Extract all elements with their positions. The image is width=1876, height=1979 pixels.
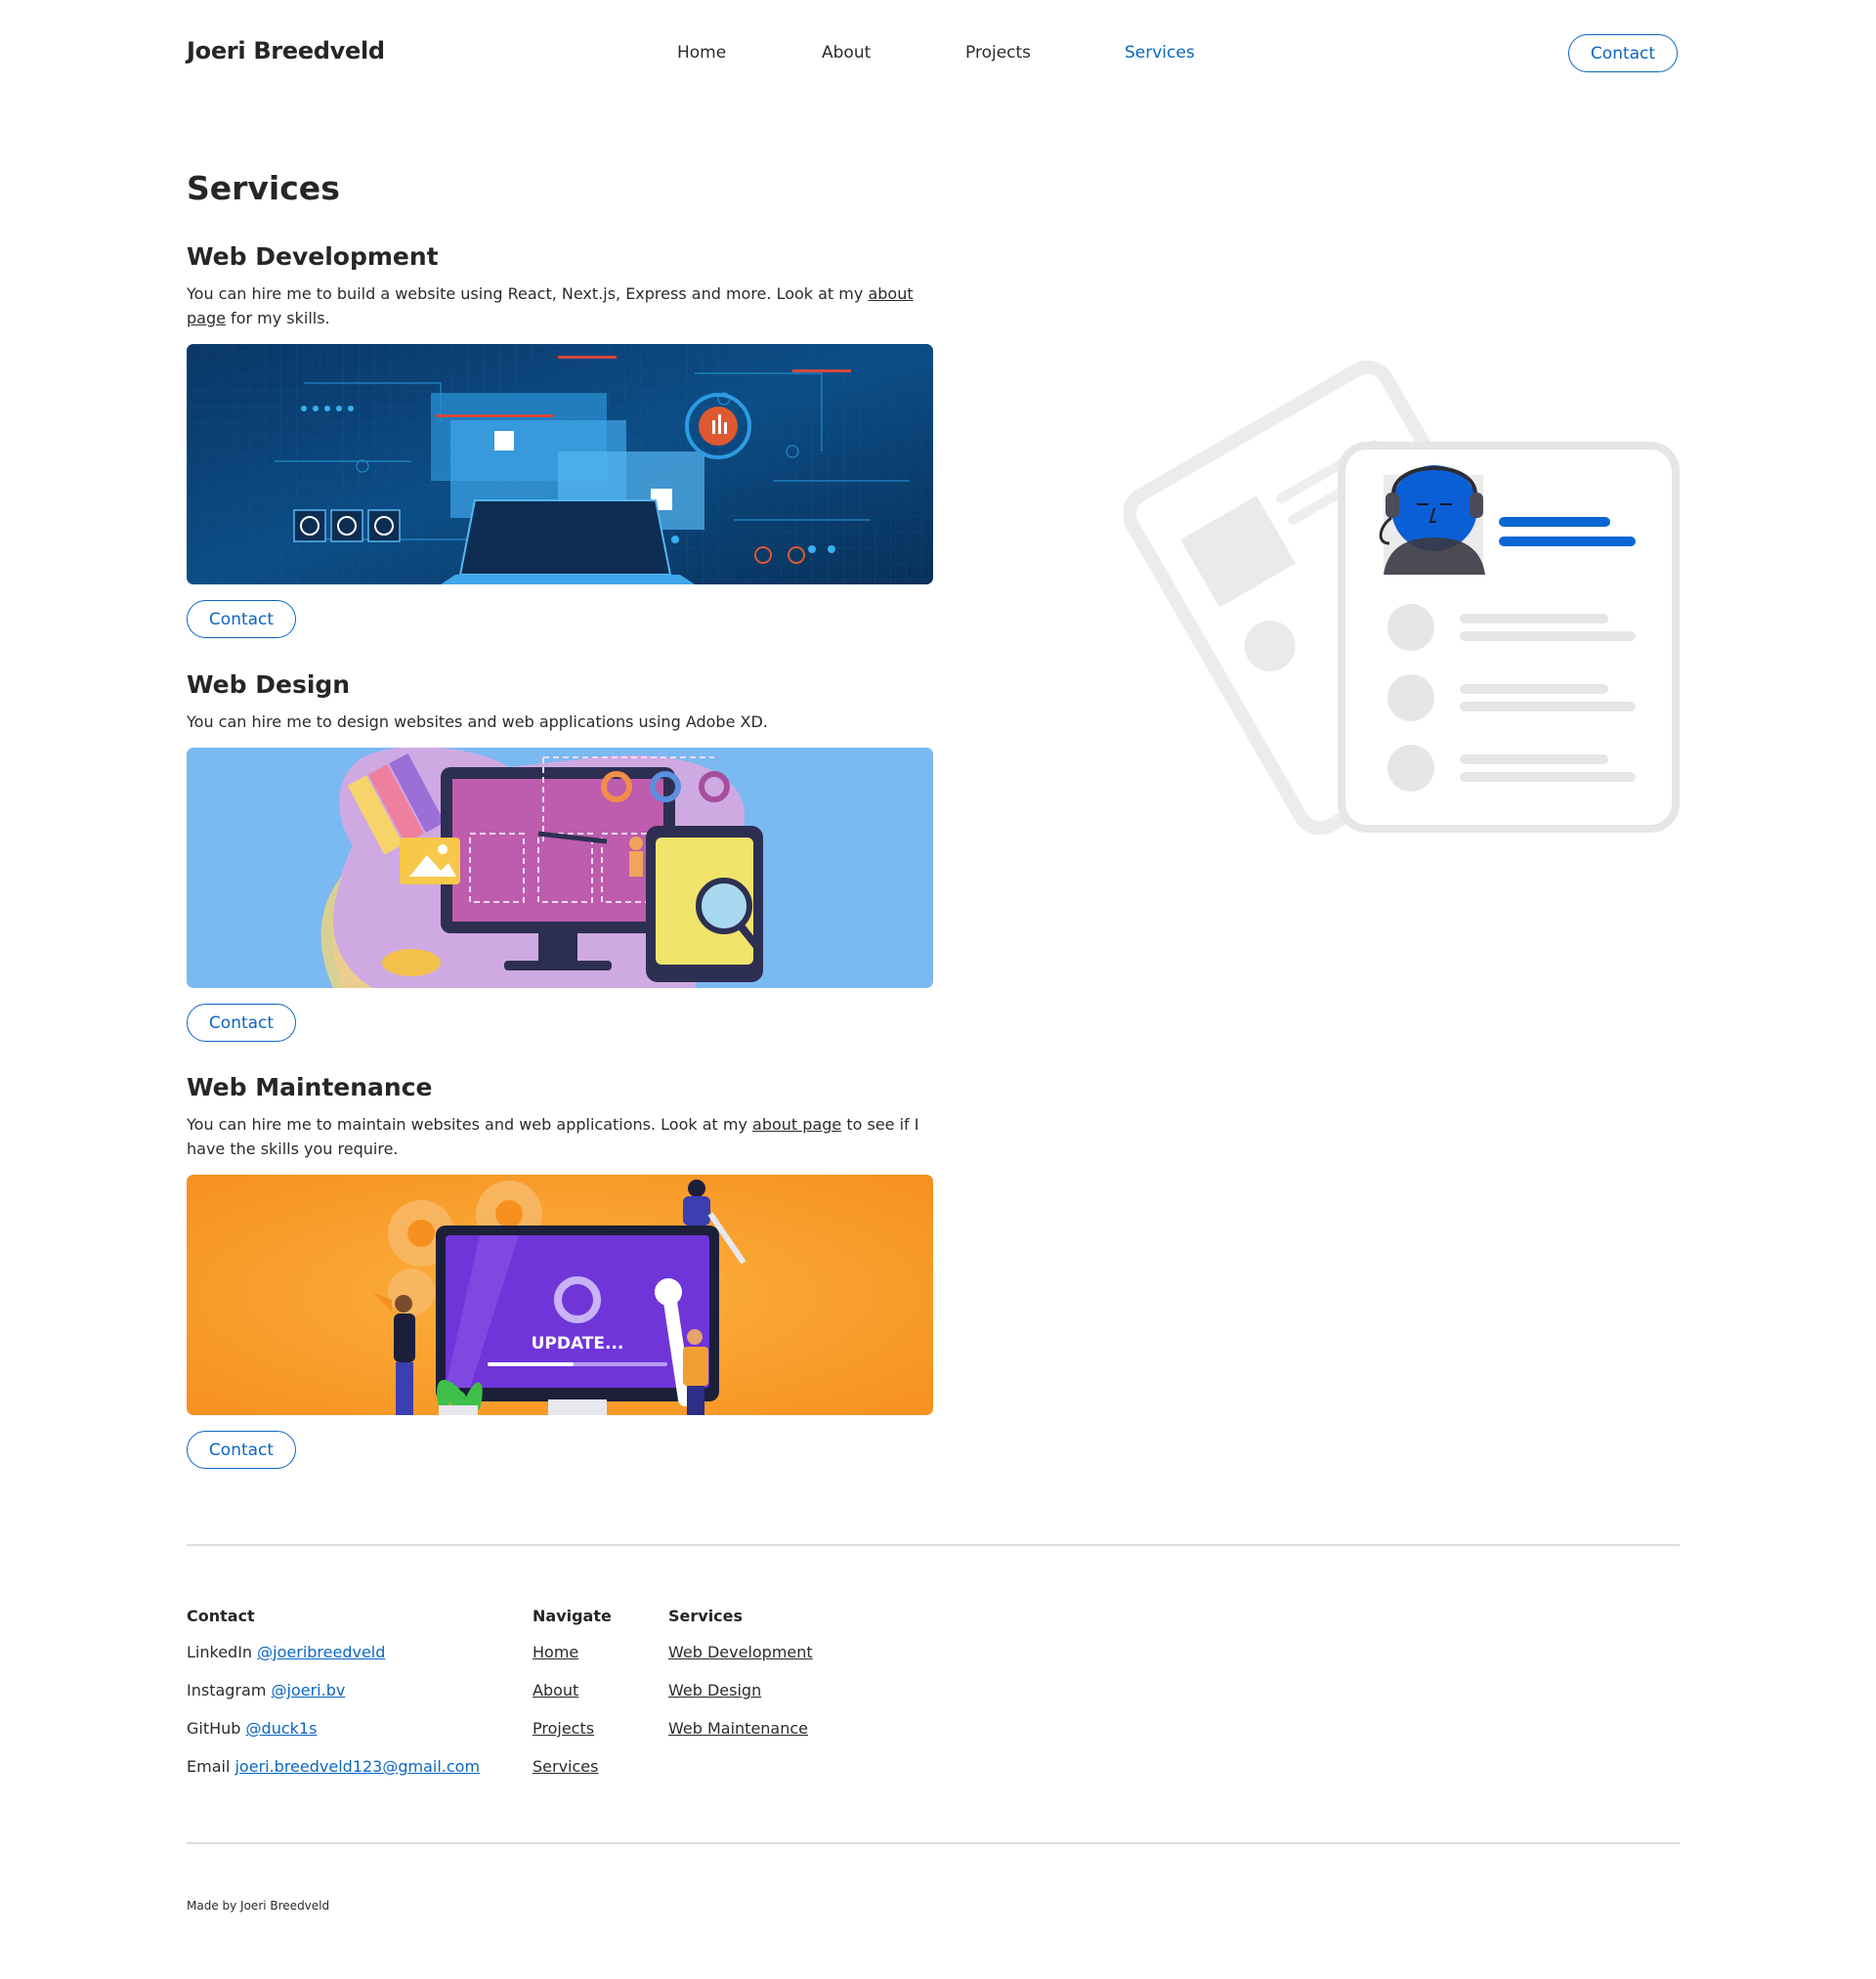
- footer-navigate-column: Navigate Home About Projects Services: [533, 1607, 612, 1794]
- footer-instagram: Instagram @joeri.bv: [187, 1680, 480, 1701]
- footer-divider-bottom: [187, 1842, 1680, 1844]
- footer-service-web-development[interactable]: Web Development: [668, 1643, 813, 1661]
- contact-button[interactable]: Contact: [187, 1431, 296, 1469]
- footer-service-web-maintenance[interactable]: Web Maintenance: [668, 1719, 808, 1738]
- footer-service-web-design[interactable]: Web Design: [668, 1681, 761, 1699]
- linkedin-label: LinkedIn: [187, 1643, 253, 1661]
- update-text: UPDATE...: [532, 1334, 624, 1354]
- nav-home[interactable]: Home: [677, 43, 726, 63]
- footer-contact-heading: Contact: [187, 1607, 255, 1625]
- footer-email: Email joeri.breedveld123@gmail.com: [187, 1756, 480, 1778]
- footer-contact-column: Contact LinkedIn @joeribreedveld Instagr…: [187, 1607, 480, 1794]
- github-label: GitHub: [187, 1719, 241, 1738]
- description-text: You can hire me to maintain websites and…: [187, 1115, 753, 1134]
- github-link[interactable]: @duck1s: [246, 1719, 318, 1738]
- footer-nav-services[interactable]: Services: [533, 1757, 598, 1776]
- site-header: Joeri Breedveld Home About Projects Serv…: [0, 0, 1876, 106]
- nav-services[interactable]: Services: [1125, 43, 1195, 63]
- footer-github: GitHub @duck1s: [187, 1718, 480, 1740]
- about-page-link[interactable]: about page: [752, 1115, 841, 1134]
- service-description: You can hire me to design websites and w…: [187, 712, 768, 731]
- nav-about[interactable]: About: [822, 43, 871, 63]
- header-contact-button[interactable]: Contact: [1568, 34, 1678, 72]
- service-web-development: Web Development You can hire me to build…: [187, 242, 933, 638]
- footer-navigate-heading: Navigate: [533, 1607, 612, 1625]
- service-title: Web Design: [187, 670, 351, 699]
- web-development-illustration: [187, 344, 933, 584]
- footer-linkedin: LinkedIn @joeribreedveld: [187, 1642, 480, 1663]
- instagram-link[interactable]: @joeri.bv: [272, 1681, 346, 1699]
- footer-nav-home[interactable]: Home: [533, 1643, 578, 1661]
- service-web-design: Web Design You can hire me to design web…: [187, 670, 933, 1042]
- service-description: You can hire me to maintain websites and…: [187, 1112, 933, 1161]
- nav-projects[interactable]: Projects: [965, 43, 1031, 63]
- service-web-maintenance: Web Maintenance You can hire me to maint…: [187, 1073, 933, 1469]
- page-title: Services: [187, 169, 340, 207]
- footer-services-heading: Services: [668, 1607, 744, 1625]
- footer-divider-top: [187, 1544, 1680, 1546]
- web-maintenance-illustration: UPDATE...: [187, 1175, 933, 1415]
- footer-nav-projects[interactable]: Projects: [533, 1719, 594, 1738]
- service-description: You can hire me to build a website using…: [187, 281, 933, 330]
- web-design-illustration: [187, 748, 933, 988]
- email-link[interactable]: joeri.breedveld123@gmail.com: [234, 1757, 480, 1776]
- description-text-end: for my skills.: [225, 309, 330, 327]
- service-title: Web Maintenance: [187, 1073, 433, 1101]
- contact-button[interactable]: Contact: [187, 1004, 296, 1042]
- linkedin-link[interactable]: @joeribreedveld: [257, 1643, 385, 1661]
- contact-button[interactable]: Contact: [187, 600, 296, 638]
- made-by-text: Made by Joeri Breedveld: [187, 1899, 330, 1913]
- footer-services-column: Services Web Development Web Design Web …: [668, 1607, 813, 1756]
- instagram-label: Instagram: [187, 1681, 267, 1699]
- customer-support-illustration: [1122, 313, 1690, 840]
- email-label: Email: [187, 1757, 231, 1776]
- service-title: Web Development: [187, 242, 439, 271]
- footer-nav-about[interactable]: About: [533, 1681, 578, 1699]
- description-text: You can hire me to build a website using…: [187, 284, 869, 303]
